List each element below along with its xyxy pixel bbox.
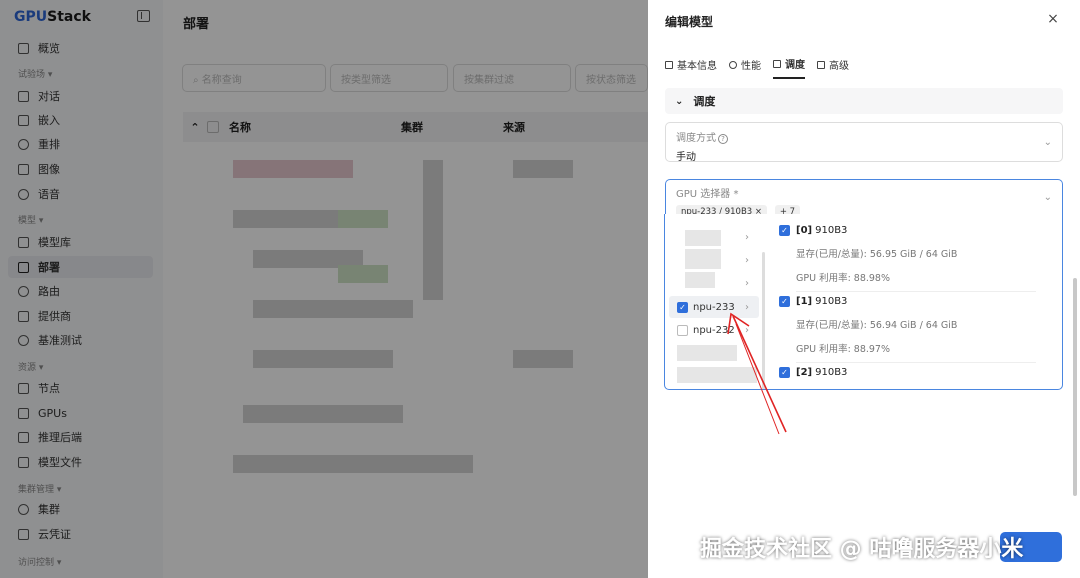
watermark: 掘金技术社区 @ 咕噜服务器小米 (700, 537, 1024, 562)
arrow-shaft (732, 315, 787, 433)
arrow-shaft-edge (735, 323, 780, 435)
app-root: GPUStack 概览 试验场 ▾ 对话 嵌入 重排 图像 语音 模型 ▾ 模型… (0, 0, 1080, 578)
annotation-arrow (727, 312, 787, 435)
